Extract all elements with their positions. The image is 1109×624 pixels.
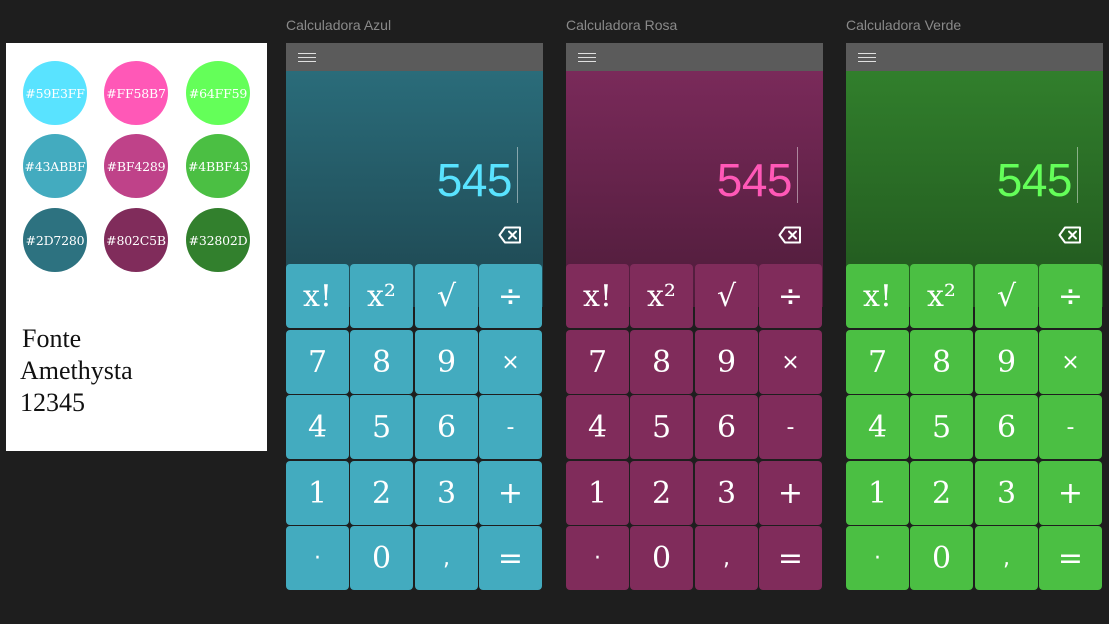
key-button[interactable]: ÷	[479, 264, 542, 328]
key-button[interactable]: 1	[286, 461, 349, 525]
text-caret	[1077, 147, 1078, 203]
text-caret	[517, 147, 518, 203]
hamburger-icon[interactable]	[578, 53, 596, 62]
display-value: 545	[716, 154, 793, 206]
calculator-window: 545 x! x² √ ÷ 7 8 9 × 4 5 6- 1 2 3 + · 0, =	[286, 43, 543, 592]
color-swatch: #802C5B	[104, 208, 168, 272]
key-button[interactable]: √	[695, 264, 758, 328]
key-button[interactable]: 4	[286, 395, 349, 459]
frame-title: Calculadora Azul	[286, 17, 392, 33]
frame-title: Calculadora Verde	[846, 17, 962, 33]
key-button[interactable]: 2	[630, 461, 693, 525]
color-palette-panel: #59E3FF #FF58B7 #64FF59 #43ABBF #BF4289 …	[6, 43, 267, 451]
key-button[interactable]: √	[975, 264, 1038, 328]
key-button[interactable]: 2	[350, 461, 413, 525]
key-button[interactable]: x!	[846, 264, 909, 328]
key-button[interactable]: ÷	[759, 264, 822, 328]
key-button[interactable]: -	[479, 395, 542, 459]
color-swatch: #59E3FF	[23, 61, 87, 125]
key-button[interactable]: 4	[566, 395, 629, 459]
key-button[interactable]: ÷	[1039, 264, 1102, 328]
hamburger-icon[interactable]	[298, 53, 316, 62]
display-value: 545	[436, 154, 513, 206]
backspace-icon[interactable]	[498, 226, 522, 244]
key-button[interactable]: =	[479, 526, 542, 590]
hamburger-icon[interactable]	[858, 53, 876, 62]
color-swatch: #43ABBF	[23, 134, 87, 198]
calculator-window: 545 x! x² √ ÷ 7 8 9 × 4 5 6- 1 2 3 + · 0, =	[846, 43, 1103, 592]
key-button[interactable]: x!	[566, 264, 629, 328]
keypad: x! x² √ ÷ 7 8 9 × 4 5 6- 1 2 3 + · 0, =	[286, 264, 543, 592]
color-swatch: #64FF59	[186, 61, 250, 125]
key-button[interactable]: ×	[479, 330, 542, 394]
key-button[interactable]: 2	[910, 461, 973, 525]
key-button[interactable]: 8	[910, 330, 973, 394]
key-button[interactable]: x²	[350, 264, 413, 328]
calculator-window: 545 x! x² √ ÷ 7 8 9 × 4 5 6- 1 2 3 + · 0, =	[566, 43, 823, 592]
key-button[interactable]: -	[1039, 395, 1102, 459]
font-sample-line: Amethysta	[20, 356, 133, 385]
key-button[interactable]: √	[415, 264, 478, 328]
key-button[interactable]: =	[759, 526, 822, 590]
key-button[interactable]: ·	[286, 526, 349, 590]
key-button[interactable]: x!	[286, 264, 349, 328]
key-button[interactable]: 7	[286, 330, 349, 394]
key-button[interactable]: 0	[630, 526, 693, 590]
frame-title: Calculadora Rosa	[566, 17, 678, 33]
key-button[interactable]: 7	[566, 330, 629, 394]
key-button[interactable]: 8	[350, 330, 413, 394]
key-button[interactable]: 5	[350, 395, 413, 459]
backspace-icon[interactable]	[1058, 226, 1082, 244]
color-swatch: #FF58B7	[104, 61, 168, 125]
key-button[interactable]: ,	[415, 526, 478, 590]
color-swatch: #2D7280	[23, 208, 87, 272]
key-button[interactable]: ,	[975, 526, 1038, 590]
key-button[interactable]: 0	[350, 526, 413, 590]
color-swatch: #32802D	[186, 208, 250, 272]
key-button[interactable]: 5	[630, 395, 693, 459]
key-button[interactable]: 9	[695, 330, 758, 394]
display-value: 545	[996, 154, 1073, 206]
key-button[interactable]: 5	[910, 395, 973, 459]
font-sample: Fonte Amethysta 12345	[20, 323, 133, 419]
key-button[interactable]: 6	[695, 395, 758, 459]
text-caret	[797, 147, 798, 203]
key-button[interactable]: 3	[415, 461, 478, 525]
key-button[interactable]: 3	[695, 461, 758, 525]
key-button[interactable]: 0	[910, 526, 973, 590]
color-swatch: #BF4289	[104, 134, 168, 198]
key-button[interactable]: ,	[695, 526, 758, 590]
key-button[interactable]: ·	[846, 526, 909, 590]
calculator-titlebar	[566, 43, 823, 71]
key-button[interactable]: 6	[975, 395, 1038, 459]
key-button[interactable]: 6	[415, 395, 478, 459]
key-button[interactable]: 9	[975, 330, 1038, 394]
key-button[interactable]: -	[759, 395, 822, 459]
key-button[interactable]: +	[759, 461, 822, 525]
key-button[interactable]: ×	[759, 330, 822, 394]
key-button[interactable]: 9	[415, 330, 478, 394]
key-button[interactable]: 1	[846, 461, 909, 525]
calculator-titlebar	[846, 43, 1103, 71]
key-button[interactable]: x²	[630, 264, 693, 328]
key-button[interactable]: 7	[846, 330, 909, 394]
key-button[interactable]: 8	[630, 330, 693, 394]
font-sample-line: Fonte	[22, 324, 82, 353]
calculator-titlebar	[286, 43, 543, 71]
key-button[interactable]: 4	[846, 395, 909, 459]
key-button[interactable]: 1	[566, 461, 629, 525]
key-button[interactable]: +	[479, 461, 542, 525]
key-button[interactable]: =	[1039, 526, 1102, 590]
font-sample-line: 12345	[20, 388, 85, 417]
key-button[interactable]: ·	[566, 526, 629, 590]
key-button[interactable]: 3	[975, 461, 1038, 525]
keypad: x! x² √ ÷ 7 8 9 × 4 5 6- 1 2 3 + · 0, =	[846, 264, 1103, 592]
keypad: x! x² √ ÷ 7 8 9 × 4 5 6- 1 2 3 + · 0, =	[566, 264, 823, 592]
backspace-icon[interactable]	[778, 226, 802, 244]
color-swatch: #4BBF43	[186, 134, 250, 198]
key-button[interactable]: ×	[1039, 330, 1102, 394]
key-button[interactable]: +	[1039, 461, 1102, 525]
key-button[interactable]: x²	[910, 264, 973, 328]
